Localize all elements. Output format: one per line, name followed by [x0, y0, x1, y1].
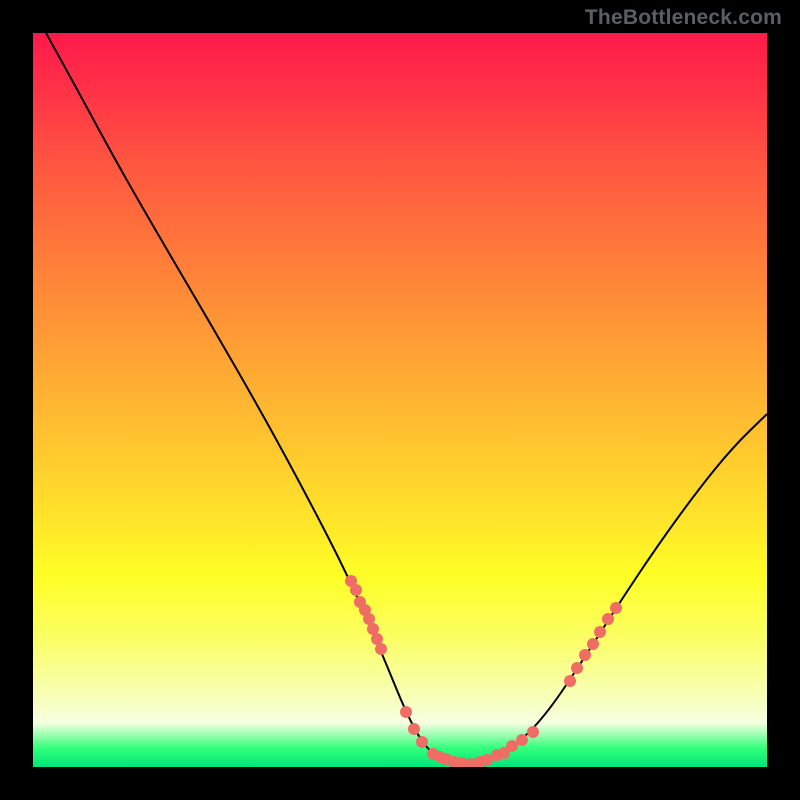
curve-dot — [579, 649, 591, 661]
curve-dot — [506, 740, 518, 752]
curve-dot — [610, 602, 622, 614]
watermark-label: TheBottleneck.com — [585, 6, 782, 30]
curve-dot — [416, 736, 428, 748]
chart-svg — [33, 33, 767, 767]
bottleneck-curve — [46, 33, 767, 763]
curve-dot — [375, 643, 387, 655]
curve-dot — [571, 662, 583, 674]
chart-frame: TheBottleneck.com — [0, 0, 800, 800]
curve-dot — [350, 584, 362, 596]
curve-dot — [400, 706, 412, 718]
curve-dot — [594, 626, 606, 638]
curve-dot — [602, 613, 614, 625]
curve-dot — [527, 726, 539, 738]
curve-dot — [564, 675, 576, 687]
curve-dots — [345, 575, 622, 767]
curve-dot — [587, 638, 599, 650]
plot-area — [33, 33, 767, 767]
curve-dot — [408, 723, 420, 735]
curve-dot — [516, 734, 528, 746]
